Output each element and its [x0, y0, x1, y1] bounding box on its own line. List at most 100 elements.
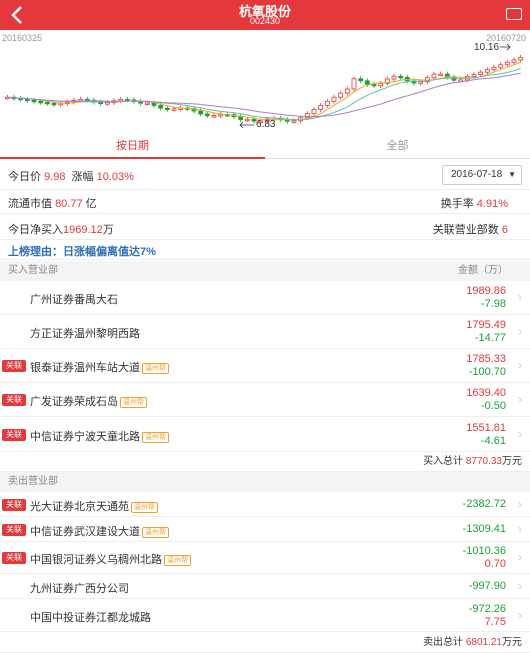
amount-primary: -972.26: [468, 603, 506, 615]
date-value: 2016-07-18: [451, 169, 503, 180]
region-badge: 温州帮: [142, 526, 169, 538]
high-marker-arrow: [500, 43, 511, 51]
related-tag: 关联: [2, 499, 26, 511]
price-chart: 20160325 20160720 10.16 6.83: [0, 30, 530, 135]
broker-name: 中信证券武汉建设大道 温州帮: [30, 523, 169, 539]
broker-name: 中信证券宁波天童北路 温州帮: [30, 428, 169, 444]
region-badge: 温州帮: [142, 431, 169, 443]
moving-average-line: [7, 72, 521, 118]
candle-body: [51, 102, 57, 106]
broker-name: 九州证券广西分公司: [30, 580, 129, 596]
buy-total-label: 买入总计: [423, 456, 464, 467]
amount-primary: 1785.33: [466, 353, 506, 365]
net-buy-label: 今日净买入: [8, 224, 63, 236]
candle-body: [518, 56, 524, 61]
chevron-right-icon: ›: [518, 550, 522, 564]
broker-name: 中国中投证券江都龙城路: [30, 609, 151, 625]
market-cap-value: 80.77: [55, 198, 83, 210]
candle-body: [164, 107, 170, 111]
low-marker-arrow: [239, 121, 254, 129]
brokers-label: 关联营业部数: [432, 224, 499, 236]
buy-broker-row[interactable]: 方正证券温州黎明西路 1795.49 -14.77 ›: [0, 315, 530, 349]
date-select[interactable]: 2016-07-18 ▼: [442, 165, 522, 185]
tab-all[interactable]: 全部: [265, 135, 530, 159]
candle-body: [158, 105, 164, 109]
amount-primary: 1639.40: [466, 387, 506, 399]
candle-body: [291, 120, 297, 123]
sell-broker-row[interactable]: 关联 光大证券北京天通苑 温州帮 -2382.72 ›: [0, 492, 530, 517]
amount-primary: 1551.81: [466, 422, 506, 434]
amount-secondary: -0.50: [480, 400, 506, 412]
candle-body: [431, 73, 437, 79]
buy-broker-row[interactable]: 广州证券番禺大石 1989.86 -7.98 ›: [0, 281, 530, 315]
broker-name-text: 九州证券广西分公司: [30, 583, 129, 595]
candle-body: [378, 82, 384, 87]
candle-body: [211, 115, 217, 118]
price-row: 今日价 9.98 涨幅 10.03% 2016-07-18 ▼: [0, 160, 530, 190]
sell-broker-row[interactable]: 关联 中信证券武汉建设大道 温州帮 -1309.41 ›: [0, 517, 530, 542]
candle-body: [338, 92, 344, 98]
chart-low-label: 6.83: [256, 119, 276, 130]
turnover-label: 换手率: [440, 198, 474, 210]
region-badge: 温州帮: [131, 501, 158, 513]
candle-body: [204, 113, 210, 117]
share-icon[interactable]: [506, 8, 522, 20]
broker-name-text: 方正证券温州黎明西路: [30, 328, 140, 340]
chevron-right-icon: ›: [518, 392, 522, 406]
tab-by-date[interactable]: 按日期: [0, 135, 265, 159]
price-label: 今日价: [8, 171, 41, 183]
broker-name-text: 广发证券荣成石岛: [30, 396, 118, 408]
candle-body: [171, 108, 177, 111]
broker-name-text: 中国中投证券江都龙城路: [30, 612, 151, 624]
broker-name-text: 中信证券宁波天童北路: [30, 431, 140, 443]
candle-body: [418, 81, 424, 84]
broker-name: 方正证券温州黎明西路: [30, 325, 140, 341]
candle-body: [391, 75, 397, 80]
candle-body: [504, 61, 510, 66]
amount-secondary: -7.98: [480, 298, 506, 310]
buy-broker-row[interactable]: 关联 银泰证券温州车站大道 温州帮 1785.33 -100.70 ›: [0, 349, 530, 383]
change-value: 10.03%: [96, 171, 134, 183]
amount-primary: -1309.41: [462, 523, 506, 535]
market-cap-row: 流通市值 80.77 亿 换手率 4.91%: [0, 190, 530, 214]
broker-name: 广发证券荣成石岛 温州帮: [30, 393, 147, 409]
broker-name-text: 中信证券武汉建设大道: [30, 526, 140, 538]
net-buy-row: 今日净买入1969.12万 关联营业部数 6: [0, 214, 530, 240]
candle-body: [364, 80, 370, 85]
candle-body: [324, 100, 330, 106]
buy-total: 买入总计 8770.33万元: [0, 452, 530, 472]
chevron-right-icon: ›: [518, 290, 522, 304]
amount-header: 金额（万）: [458, 265, 508, 276]
sell-total-label: 卖出总计: [423, 637, 464, 648]
sell-total-value: 6801.21: [465, 637, 502, 648]
buy-total-unit: 万元: [502, 456, 522, 467]
candle-body: [144, 102, 150, 105]
chevron-right-icon: ›: [518, 427, 522, 441]
amount-secondary: 0.70: [484, 558, 506, 570]
candle-body: [478, 71, 484, 76]
buy-broker-row[interactable]: 关联 广发证券荣成石岛 温州帮 1639.40 -0.50 ›: [0, 383, 530, 417]
chevron-right-icon: ›: [518, 358, 522, 372]
market-cap-label: 流通市值: [8, 198, 52, 210]
sell-section-title: 卖出营业部: [8, 476, 58, 487]
broker-name-text: 中国银河证券义乌稠州北路: [30, 554, 162, 566]
sell-broker-row[interactable]: 九州证券广西分公司 -997.90 ›: [0, 574, 530, 599]
broker-name: 中国银河证券义乌稠州北路 温州帮: [30, 551, 191, 567]
candle-body: [218, 114, 224, 117]
candle-body: [484, 69, 490, 73]
broker-name-text: 银泰证券温州车站大道: [30, 362, 140, 374]
candle-body: [498, 64, 504, 68]
related-tag: 关联: [2, 429, 26, 441]
buy-broker-row[interactable]: 关联 中信证券宁波天童北路 温州帮 1551.81 -4.61 ›: [0, 417, 530, 452]
buy-section-title: 买入营业部: [8, 265, 58, 276]
sell-broker-row[interactable]: 中国中投证券江都龙城路 -972.26 7.75 ›: [0, 599, 530, 632]
related-tag: 关联: [2, 552, 26, 564]
candle-body: [198, 110, 204, 115]
amount-secondary: 7.75: [484, 616, 506, 628]
moving-average-line: [7, 61, 521, 121]
candle-body: [24, 98, 30, 102]
candle-body: [438, 73, 444, 77]
sell-broker-row[interactable]: 关联 中国银河证券义乌稠州北路 温州帮 -1010.36 0.70 ›: [0, 542, 530, 574]
sell-total-unit: 万元: [502, 637, 522, 648]
net-buy-unit: 万: [102, 224, 114, 236]
